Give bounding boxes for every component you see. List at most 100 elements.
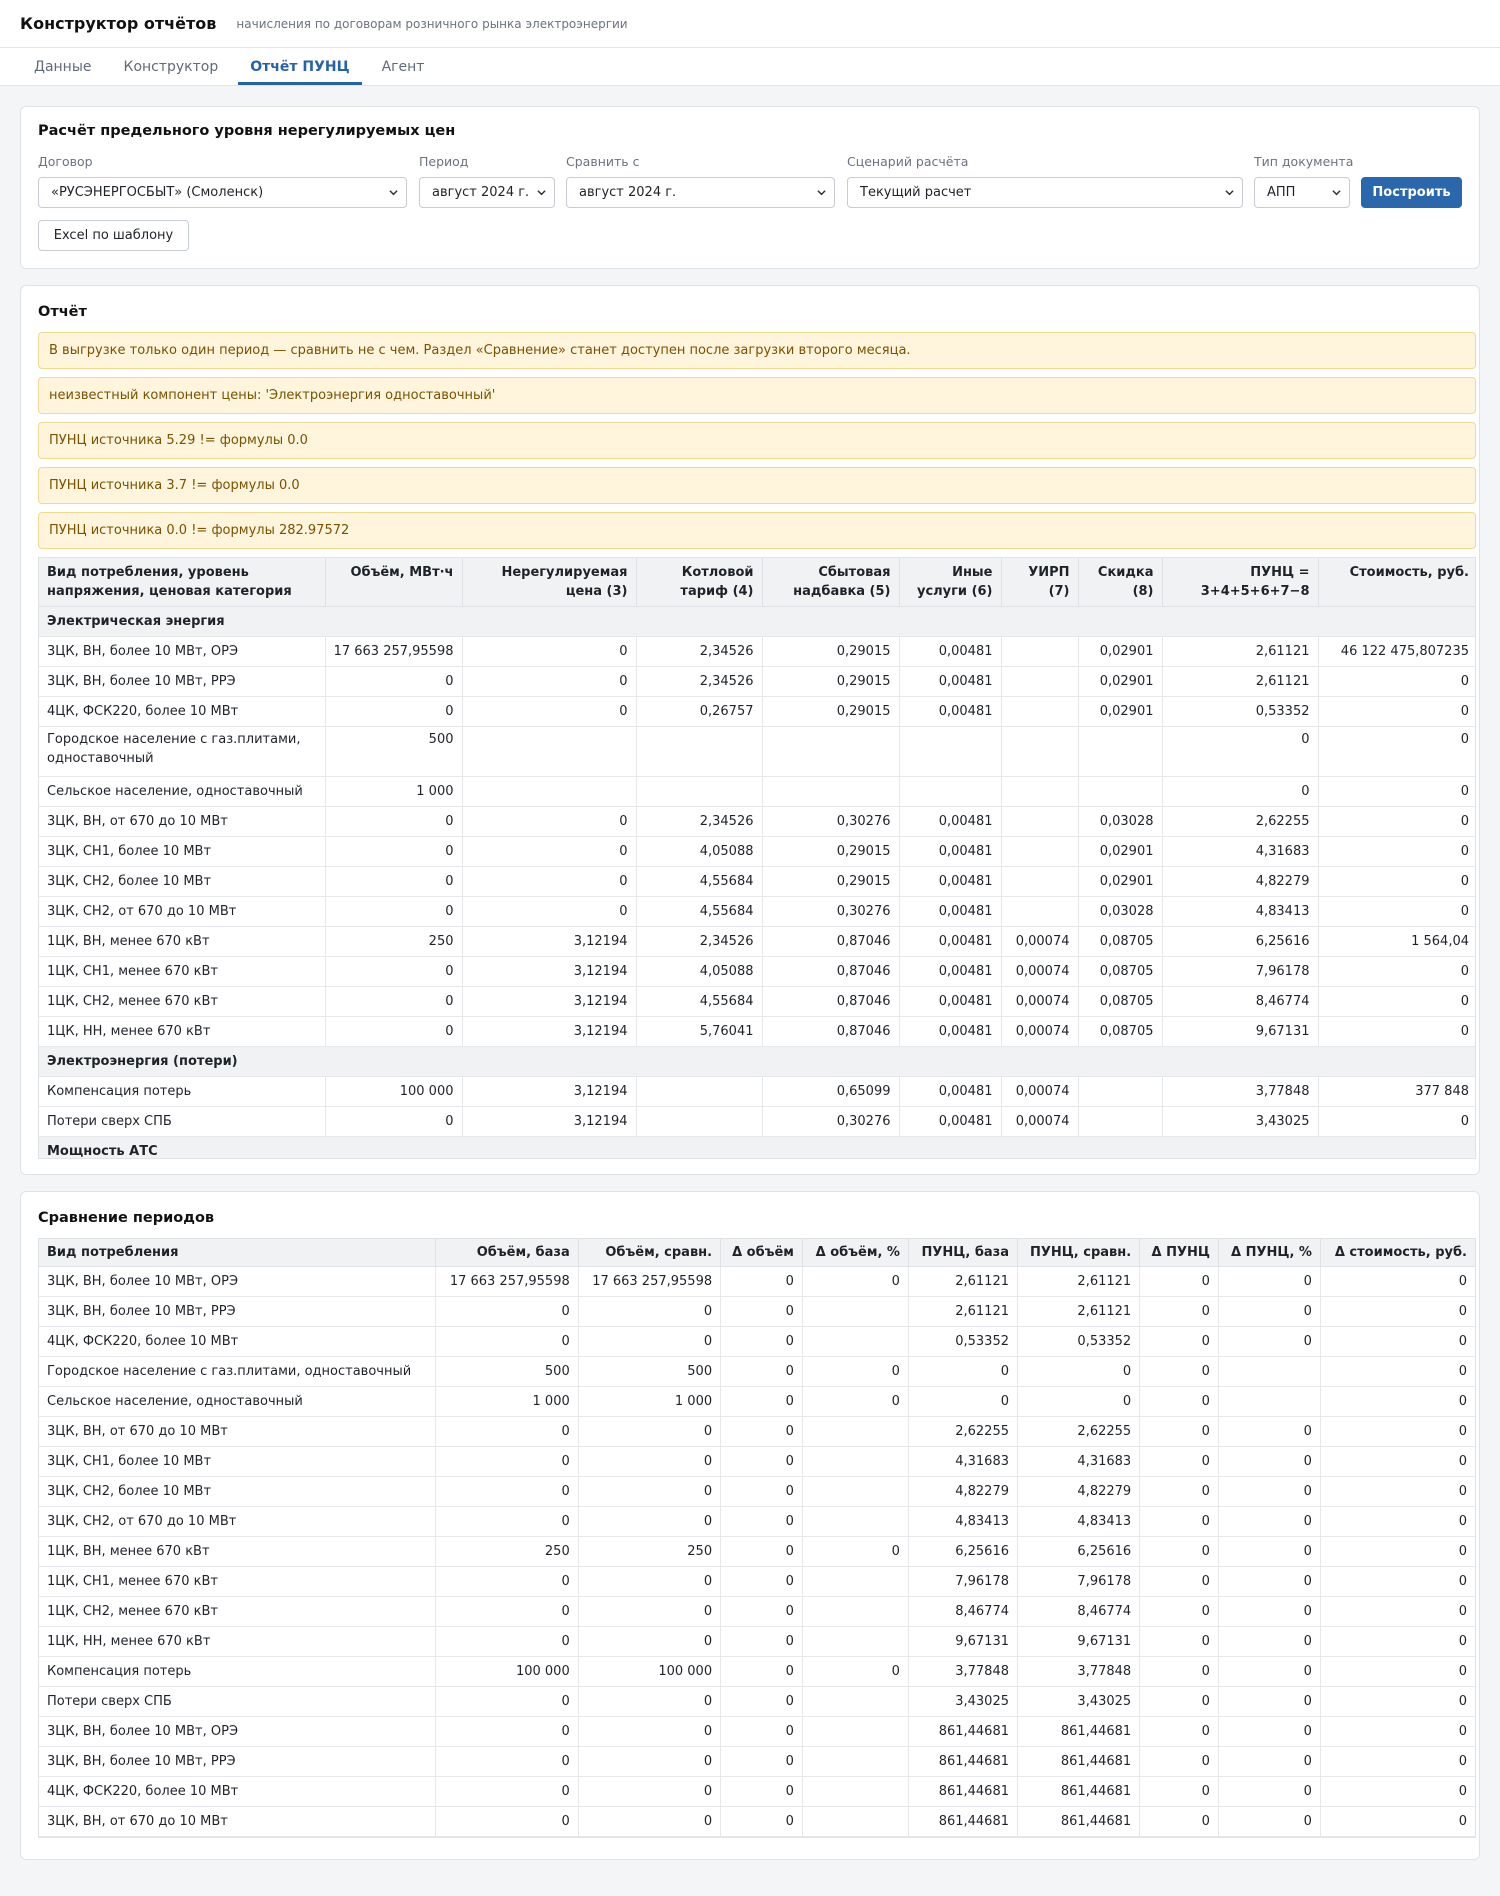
contract-select[interactable]: «РУСЭНЕРГОСБЫТ» (Смоленск) [38, 177, 407, 208]
table-cell: 0 [578, 1506, 722, 1537]
table-cell: 0 [435, 1476, 579, 1507]
report-table-scroll[interactable]: Вид потребления, уровень напряжения, цен… [38, 557, 1476, 1159]
table-cell: 0 [802, 1656, 909, 1687]
table-row: 1ЦК, СН2, менее 670 кВт 0 0 0 8,46774 8,46774… [39, 1596, 1475, 1627]
table-cell: 0 [1218, 1716, 1321, 1747]
table-cell: 4,55684 [636, 896, 763, 927]
table-cell: 0 [1320, 1746, 1475, 1777]
table-cell: 861,44681 [908, 1806, 1019, 1837]
table-cell: 0 [1320, 1626, 1475, 1657]
tab-constructor[interactable]: Конструктор [112, 48, 231, 85]
table-cell: 0,00481 [899, 926, 1002, 957]
table-cell: 0 [435, 1326, 579, 1357]
build-button[interactable]: Построить [1361, 177, 1462, 208]
table-cell: 7,96178 [1017, 1566, 1141, 1597]
column-header: ПУНЦ, сравн. [1017, 1239, 1141, 1267]
table-cell [1001, 726, 1079, 777]
tab-report-punc[interactable]: Отчёт ПУНЦ [238, 48, 362, 85]
table-cell [802, 1326, 909, 1357]
excel-template-button[interactable]: Excel по шаблону [38, 220, 189, 251]
table-cell: 0 [720, 1746, 803, 1777]
table-cell: 0 [1320, 1596, 1475, 1627]
table-cell: 100 000 [435, 1656, 579, 1687]
table-cell: 0 [325, 896, 463, 927]
table-cell: 0 [720, 1296, 803, 1327]
table-cell: 250 [578, 1536, 722, 1567]
table-cell: 7,96178 [908, 1566, 1019, 1597]
table-cell: 9,67131 [908, 1626, 1019, 1657]
table-cell: 46 122 475,807235 [1318, 636, 1475, 667]
app-subtitle: начисления по договорам розничного рынка… [236, 16, 628, 31]
doctype-select[interactable]: АПП [1254, 177, 1350, 208]
table-cell: 0 [578, 1716, 722, 1747]
table-cell: 0,03028 [1078, 806, 1163, 837]
table-row: 3ЦК, ВН, от 670 до 10 МВт 0 0 0 861,44681 861… [39, 1806, 1475, 1837]
table-cell: 5,76041 [636, 1016, 763, 1047]
table-cell: 1 564,04 [1318, 926, 1475, 957]
table-cell: 3,43025 [908, 1686, 1019, 1717]
table-cell: 8,46774 [908, 1596, 1019, 1627]
table-cell: 2,62255 [908, 1416, 1019, 1447]
row-label: Потери сверх СПБ [39, 1686, 437, 1717]
table-cell: 0 [720, 1806, 803, 1837]
column-header: УИРП (7) [1001, 558, 1079, 607]
scenario-value: Текущий расчет [860, 185, 972, 200]
table-cell: 2,61121 [908, 1266, 1019, 1297]
table-cell: 3,77848 [1017, 1656, 1141, 1687]
table-cell: 0 [1320, 1776, 1475, 1807]
period-value: август 2024 г. [432, 185, 530, 200]
table-cell: 0 [1218, 1296, 1321, 1327]
tab-data[interactable]: Данные [22, 48, 104, 85]
table-cell [1001, 866, 1079, 897]
period-label: Период [419, 154, 469, 169]
table-cell: 0 [1139, 1596, 1219, 1627]
table-cell [1001, 836, 1079, 867]
table-row: 1ЦК, НН, менее 670 кВт 0 3,12194 5,76041 0,8… [39, 1016, 1475, 1047]
table-cell: 0 [435, 1716, 579, 1747]
table-cell: 0 [1318, 806, 1475, 837]
table-cell: 0 [462, 896, 637, 927]
table-row: 3ЦК, ВН, более 10 МВт, ОРЭ 17 663 257,955… [39, 1266, 1475, 1297]
table-cell: 861,44681 [1017, 1746, 1141, 1777]
table-cell: 0,30276 [762, 896, 900, 927]
compare-select[interactable]: август 2024 г. [566, 177, 835, 208]
table-cell: 0 [1017, 1386, 1141, 1417]
app-header: Конструктор отчётов начисления по догово… [0, 0, 1500, 48]
row-label: 1ЦК, ВН, менее 670 кВт [39, 1536, 437, 1567]
table-cell: 0,00074 [1001, 1076, 1079, 1107]
table-cell: 0,00074 [1001, 1106, 1079, 1137]
table-cell: 4,31683 [908, 1446, 1019, 1477]
table-cell: 0 [1320, 1386, 1475, 1417]
table-cell: 0 [720, 1566, 803, 1597]
period-select[interactable]: август 2024 г. [419, 177, 555, 208]
table-cell: 0,00481 [899, 806, 1002, 837]
table-cell: 0 [1318, 986, 1475, 1017]
row-label: 4ЦК, ФСК220, более 10 МВт [39, 1326, 437, 1357]
table-cell: 0 [1320, 1446, 1475, 1477]
table-row: Городское население с газ.плитами, однос… [39, 726, 1475, 777]
table-cell: 3,12194 [462, 926, 637, 957]
table-cell: 4,82279 [1162, 866, 1319, 897]
report-table: Вид потребления, уровень напряжения, цен… [39, 558, 1475, 1158]
table-cell: 0 [1139, 1446, 1219, 1477]
table-row: 3ЦК, ВН, от 670 до 10 МВт 0 0 0 2,62255 2,622… [39, 1416, 1475, 1447]
table-row: 4ЦК, ФСК220, более 10 МВт 0 0 0 861,44681 861… [39, 1776, 1475, 1807]
tab-agent[interactable]: Агент [370, 48, 437, 85]
scenario-select[interactable]: Текущий расчет [847, 177, 1243, 208]
table-row: 3ЦК, СН2, от 670 до 10 МВт 0 0 4,55684 0,302… [39, 896, 1475, 927]
table-cell: 17 663 257,95598 [578, 1266, 722, 1297]
table-cell: 0 [1320, 1716, 1475, 1747]
warning-alert: ПУНЦ источника 3.7 != формулы 0.0 [38, 467, 1476, 504]
table-cell: 0 [802, 1356, 909, 1387]
table-cell: 0 [1218, 1656, 1321, 1687]
table-cell: 2,34526 [636, 926, 763, 957]
table-cell: 3,12194 [462, 986, 637, 1017]
table-row: 4ЦК, ФСК220, более 10 МВт 0 0 0 0,53352 0,533… [39, 1326, 1475, 1357]
row-label: 1ЦК, СН2, менее 670 кВт [39, 1596, 437, 1627]
table-cell: 0 [1139, 1656, 1219, 1687]
table-cell: 0 [1318, 726, 1475, 777]
table-cell: 0,00481 [899, 956, 1002, 987]
column-header: ПУНЦ = 3+4+5+6+7−8 [1162, 558, 1319, 607]
table-cell [1078, 726, 1163, 777]
report-card: Отчёт В выгрузке только один период — ср… [20, 285, 1480, 1175]
